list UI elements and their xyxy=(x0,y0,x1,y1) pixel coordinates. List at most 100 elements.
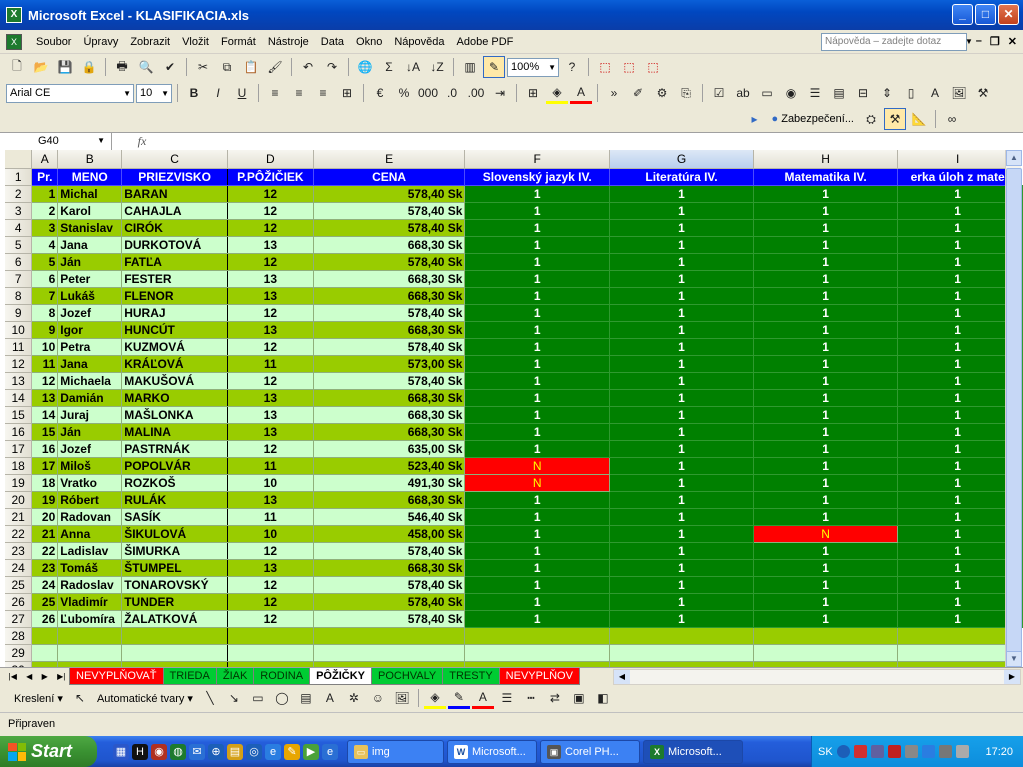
empty-cell[interactable] xyxy=(57,627,123,645)
cell-priezvisko[interactable]: ŠIKULOVÁ xyxy=(121,525,228,543)
cell-grade-f[interactable]: 1 xyxy=(464,423,610,441)
cell-grade-h[interactable]: 1 xyxy=(753,406,899,424)
row-header[interactable]: 15 xyxy=(5,406,33,424)
rectangle-icon[interactable]: ▭ xyxy=(247,687,269,709)
align-center-icon[interactable]: ≡ xyxy=(288,82,310,104)
chevron-right-icon[interactable]: ▸ xyxy=(744,108,766,130)
cell-pozicky[interactable]: 12 xyxy=(227,542,314,560)
cell-grade-i[interactable]: 1 xyxy=(897,610,1018,628)
empty-cell[interactable] xyxy=(227,644,314,662)
sort-ascending-icon[interactable]: ↓A xyxy=(402,56,424,78)
cell-cena[interactable]: 573,00 Sk xyxy=(313,355,466,373)
menu-vlozit[interactable]: Vložit xyxy=(176,34,215,50)
cell-priezvisko[interactable]: CAHAJLA xyxy=(121,202,228,220)
cell-meno[interactable]: Michaela xyxy=(57,372,123,390)
cell-grade-g[interactable]: 1 xyxy=(609,372,755,390)
scroll-thumb[interactable] xyxy=(1006,168,1022,656)
cell-cena[interactable]: 546,40 Sk xyxy=(313,508,466,526)
merge-center-icon[interactable]: ⊞ xyxy=(336,82,358,104)
wordart-icon[interactable]: A xyxy=(319,687,341,709)
cell-cena[interactable]: 668,30 Sk xyxy=(313,287,466,305)
cell-cena[interactable]: 491,30 Sk xyxy=(313,474,466,492)
empty-cell[interactable] xyxy=(121,627,228,645)
cell-meno[interactable]: Jozef xyxy=(57,440,123,458)
cell-grade-g[interactable]: 1 xyxy=(609,593,755,611)
cell-grade-h[interactable]: 1 xyxy=(753,338,899,356)
cell-grade-g[interactable]: 1 xyxy=(609,542,755,560)
header-cell-literatura[interactable]: Literatúra IV. xyxy=(609,168,755,186)
cell-priezvisko[interactable]: SASÍK xyxy=(121,508,228,526)
cell-grade-h[interactable]: 1 xyxy=(753,287,899,305)
menu-format[interactable]: Formát xyxy=(215,34,262,50)
diagram-icon[interactable]: ✲ xyxy=(343,687,365,709)
cell-grade-h[interactable]: 1 xyxy=(753,508,899,526)
row-header[interactable]: 13 xyxy=(5,372,33,390)
cell-pozicky[interactable]: 12 xyxy=(227,338,314,356)
cell-poradie[interactable]: 3 xyxy=(31,219,59,237)
italic-icon[interactable]: I xyxy=(207,82,229,104)
cell-grade-i[interactable]: 1 xyxy=(897,559,1018,577)
cell-meno[interactable]: Tomáš xyxy=(57,559,123,577)
cell-grade-f[interactable]: 1 xyxy=(464,304,610,322)
empty-cell[interactable] xyxy=(464,627,610,645)
cell-poradie[interactable]: 26 xyxy=(31,610,59,628)
cell-poradie[interactable]: 23 xyxy=(31,559,59,577)
cell-grade-f[interactable]: 1 xyxy=(464,508,610,526)
visual-basic-icon[interactable]: ⛭ xyxy=(860,108,882,130)
cell-grade-g[interactable]: 1 xyxy=(609,338,755,356)
sheet-tab[interactable]: PÔŽIČKY xyxy=(309,668,372,685)
tray-sound-icon[interactable] xyxy=(904,745,918,758)
format-painter-icon[interactable]: 🖌 xyxy=(264,56,286,78)
spelling-icon[interactable]: ✔ xyxy=(159,56,181,78)
cell-grade-h[interactable]: 1 xyxy=(753,491,899,509)
quicklaunch-network-icon[interactable]: ⊕ xyxy=(208,743,224,760)
show-desktop-icon[interactable]: ▦ xyxy=(113,743,129,760)
cell-cena[interactable]: 578,40 Sk xyxy=(313,253,466,271)
cell-cena[interactable]: 668,30 Sk xyxy=(313,389,466,407)
cell-meno[interactable]: Stanislav xyxy=(57,219,123,237)
cell-pozicky[interactable]: 12 xyxy=(227,202,314,220)
cell-cena[interactable]: 578,40 Sk xyxy=(313,593,466,611)
row-header[interactable]: 14 xyxy=(5,389,33,407)
header-cell-ulohy[interactable]: erka úloh z mate xyxy=(897,168,1018,186)
row-header[interactable]: 3 xyxy=(5,202,33,220)
cell-poradie[interactable]: 12 xyxy=(31,372,59,390)
underline-icon[interactable]: U xyxy=(231,82,253,104)
cell-meno[interactable]: Miloš xyxy=(57,457,123,475)
cell-priezvisko[interactable]: POPOLVÁR xyxy=(121,457,228,475)
select-objects-icon[interactable]: ↖ xyxy=(69,687,91,709)
tray-usb-icon[interactable] xyxy=(938,745,952,758)
redo-icon[interactable]: ↷ xyxy=(321,56,343,78)
cell-grade-i[interactable]: 1 xyxy=(897,525,1018,543)
cell-pozicky[interactable]: 12 xyxy=(227,610,314,628)
quicklaunch-folder-icon[interactable]: ▤ xyxy=(227,743,243,760)
tray-volume-icon[interactable] xyxy=(955,745,969,758)
fill-color-icon[interactable]: ◈ xyxy=(546,82,568,104)
row-header[interactable]: 4 xyxy=(5,219,33,237)
row-header[interactable]: 8 xyxy=(5,287,33,305)
cell-grade-i[interactable]: 1 xyxy=(897,287,1018,305)
cell-grade-i[interactable]: 1 xyxy=(897,270,1018,288)
horizontal-scrollbar[interactable]: ◀ ▶ xyxy=(613,669,1021,685)
cell-grade-f[interactable]: 1 xyxy=(464,389,610,407)
empty-cell[interactable] xyxy=(753,627,899,645)
cell-poradie[interactable]: 1 xyxy=(31,185,59,203)
col-header-h[interactable]: H xyxy=(753,150,899,169)
fx-icon[interactable]: fx xyxy=(112,134,172,149)
arrow-style-icon[interactable]: ⇄ xyxy=(544,687,566,709)
line-style-icon[interactable]: ☰ xyxy=(496,687,518,709)
empty-cell[interactable] xyxy=(121,644,228,662)
cell-meno[interactable]: Vratko xyxy=(57,474,123,492)
cell-pozicky[interactable]: 13 xyxy=(227,270,314,288)
scrollbar-control-icon[interactable]: ▯ xyxy=(900,82,922,104)
doc-restore-icon[interactable]: ❐ xyxy=(990,35,1000,48)
cell-grade-h[interactable]: 1 xyxy=(753,304,899,322)
cell-priezvisko[interactable]: ŽALATKOVÁ xyxy=(121,610,228,628)
row-header[interactable]: 5 xyxy=(5,236,33,254)
cell-meno[interactable]: Radovan xyxy=(57,508,123,526)
cell-priezvisko[interactable]: KUZMOVÁ xyxy=(121,338,228,356)
cell-grade-i[interactable]: 1 xyxy=(897,185,1018,203)
cell-grade-g[interactable]: 1 xyxy=(609,185,755,203)
empty-cell[interactable] xyxy=(897,644,1018,662)
cell-grade-f[interactable]: 1 xyxy=(464,593,610,611)
